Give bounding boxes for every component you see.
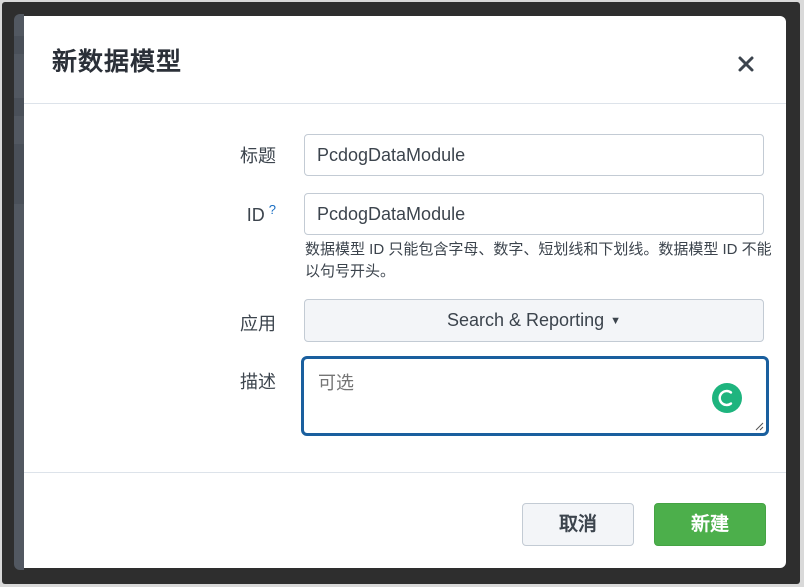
page-backdrop: [14, 14, 24, 570]
caret-down-icon: ▼: [610, 315, 621, 327]
description-label: 描述: [240, 372, 276, 392]
create-button[interactable]: 新建: [654, 503, 766, 546]
backdrop-band: [14, 36, 24, 54]
app-select-value: Search & Reporting: [447, 310, 605, 330]
id-input[interactable]: [304, 193, 764, 235]
close-icon: [738, 56, 754, 72]
grammar-assistant-icon: [718, 389, 733, 407]
backdrop-band: [14, 98, 24, 116]
resize-grip-icon[interactable]: [754, 421, 764, 431]
description-field: [301, 356, 769, 436]
id-label-text: ID: [246, 205, 265, 225]
grammar-assistant-button[interactable]: [712, 383, 742, 413]
dialog-header: 新数据模型: [24, 16, 786, 104]
description-textarea[interactable]: [304, 359, 766, 433]
id-help-text: 数据模型 ID 只能包含字母、数字、短划线和下划线。数据模型 ID 不能以句号开…: [305, 241, 772, 280]
dialog-footer: 取消 新建: [24, 472, 786, 568]
close-button[interactable]: [732, 50, 760, 78]
app-select[interactable]: Search & Reporting ▼: [304, 299, 764, 342]
app-label: 应用: [240, 314, 276, 334]
new-data-model-dialog: 新数据模型 标题 ID? 数据模型 ID 只能包含字母、数字、短划线和下划线。数…: [24, 16, 786, 568]
cancel-button[interactable]: 取消: [522, 503, 634, 546]
id-help-link[interactable]: ?: [269, 202, 276, 217]
dialog-title: 新数据模型: [52, 48, 183, 76]
id-label: ID?: [176, 202, 276, 226]
title-label: 标题: [240, 146, 276, 166]
title-input[interactable]: [304, 134, 764, 176]
backdrop-band: [14, 144, 24, 204]
